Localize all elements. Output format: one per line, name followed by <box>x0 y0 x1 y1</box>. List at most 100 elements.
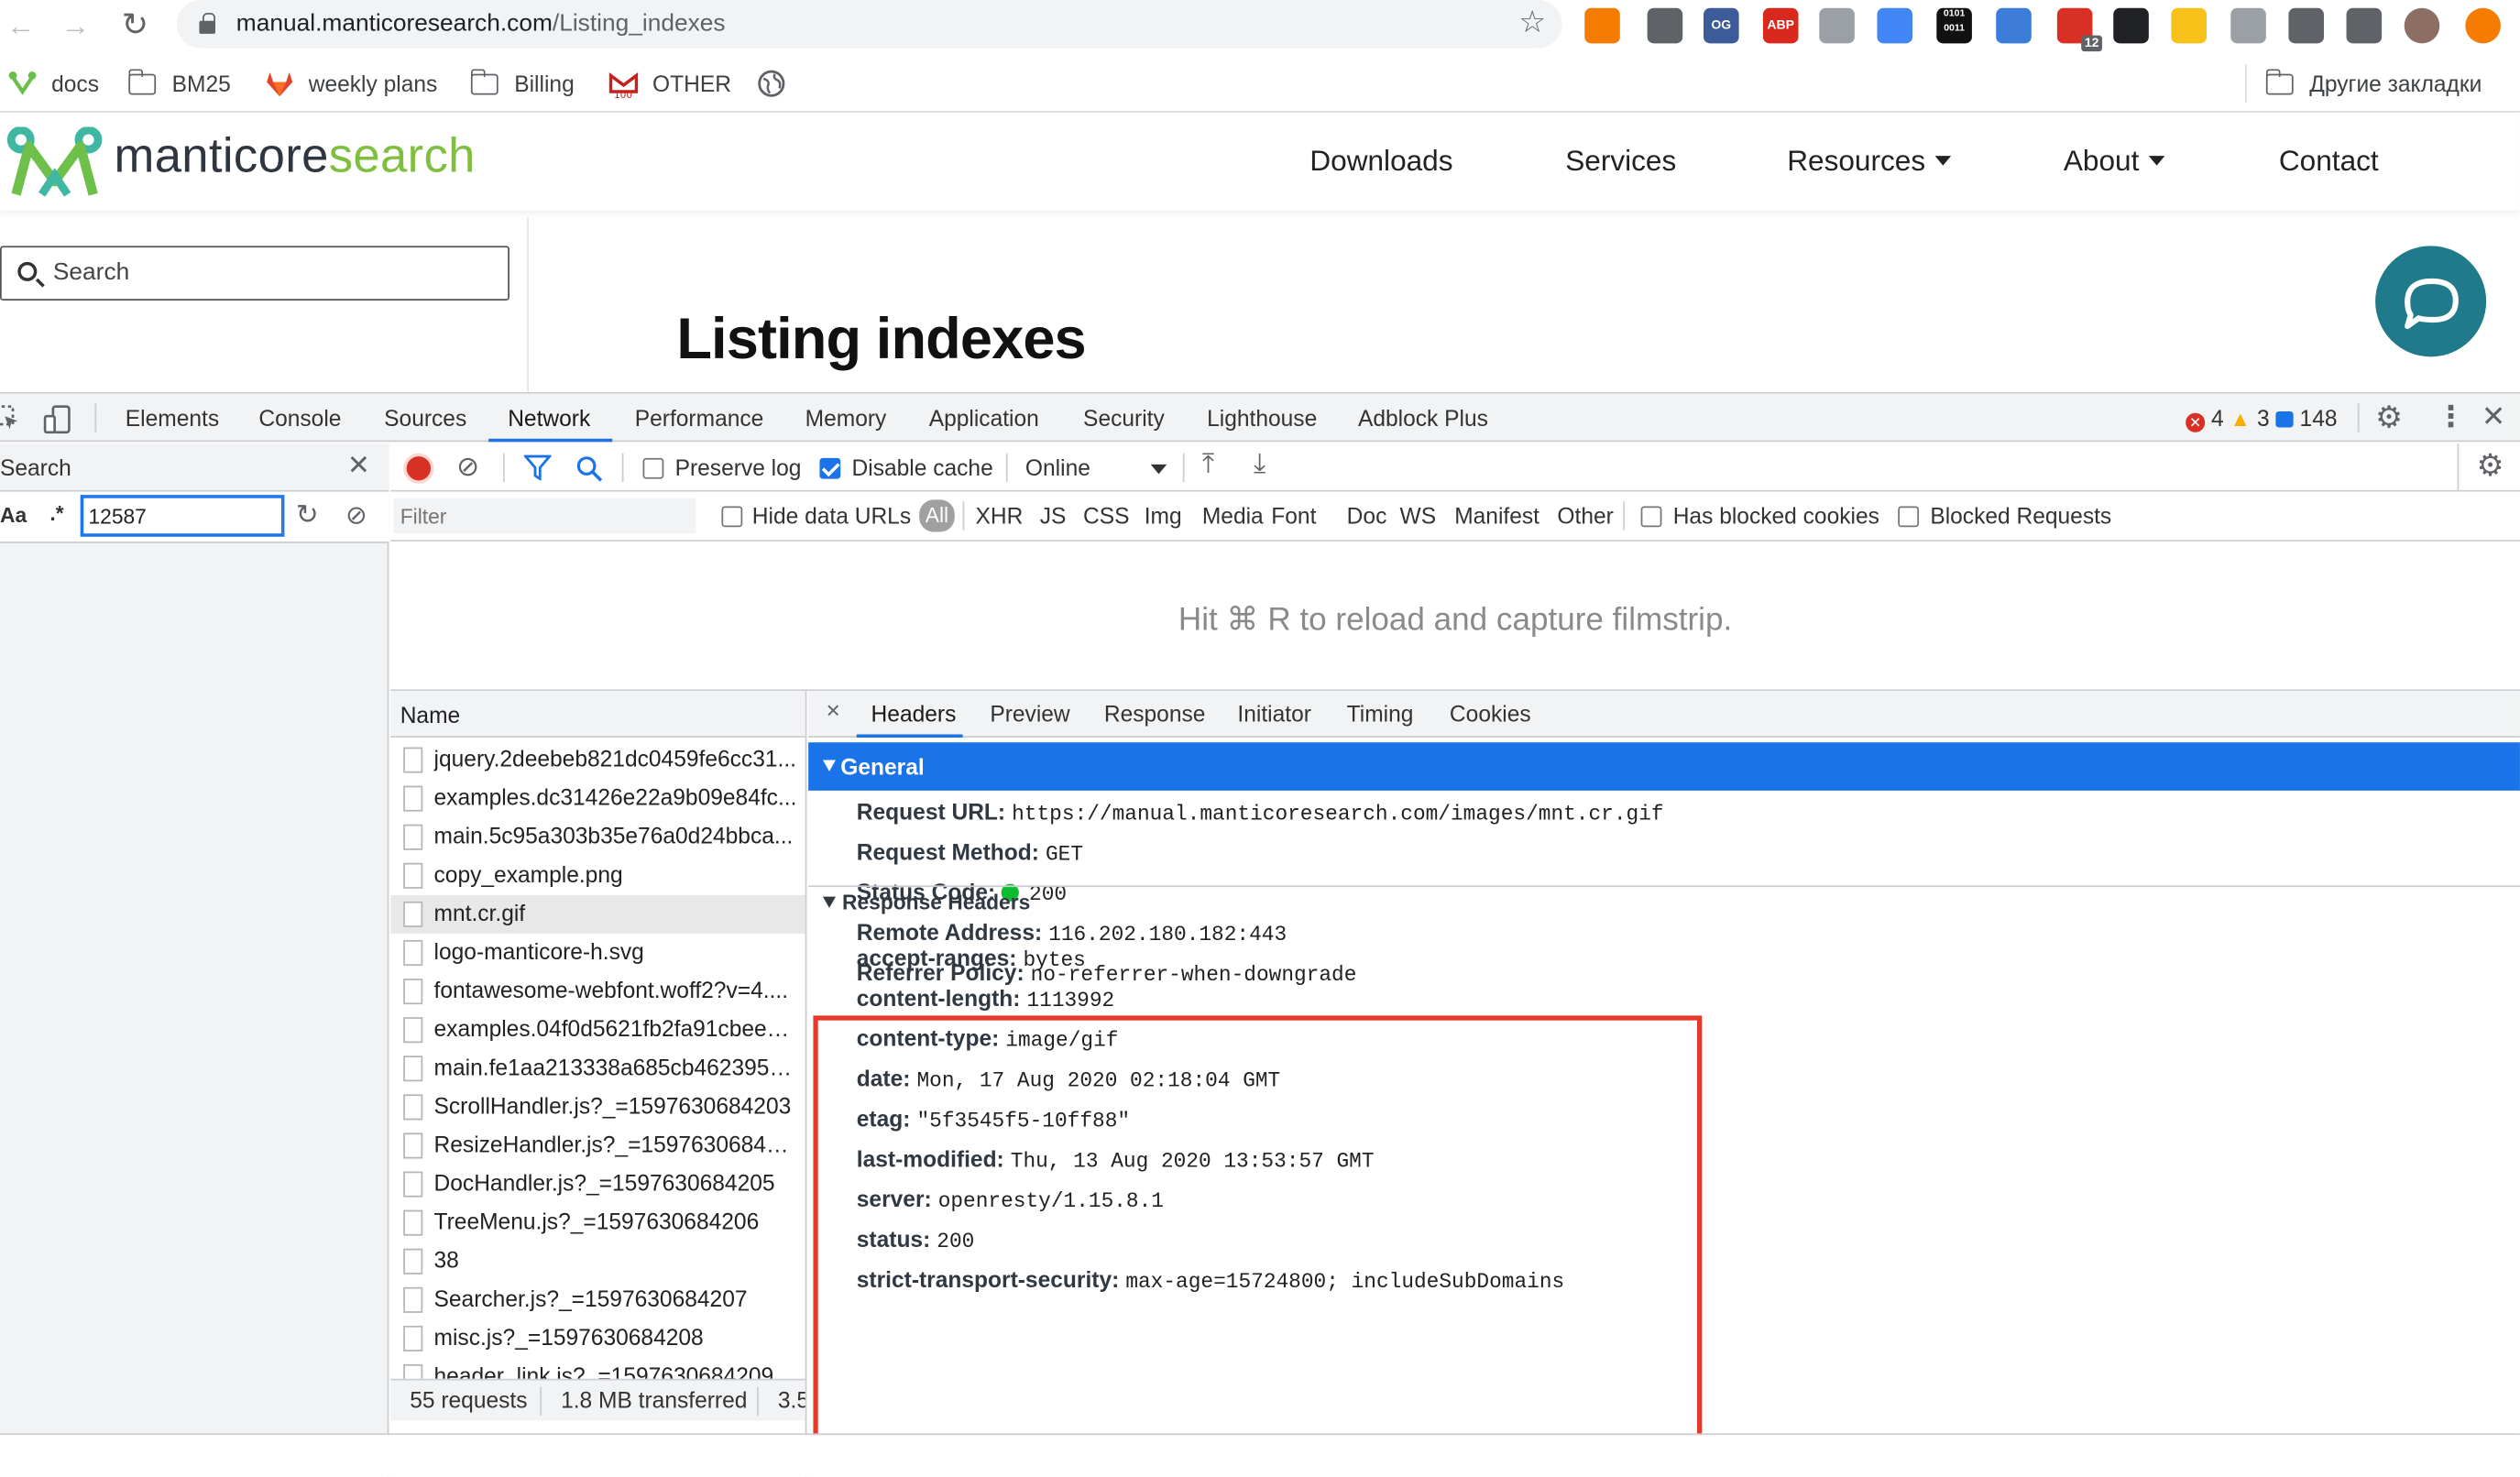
search-query-input[interactable] <box>80 495 285 537</box>
type-filter-other[interactable]: Other <box>1557 503 1613 529</box>
type-filter-ws[interactable]: WS <box>1400 503 1437 529</box>
manticore-logo-icon[interactable] <box>6 126 103 198</box>
gear-extension[interactable] <box>2230 7 2266 44</box>
request-row[interactable]: 38 <box>390 1242 805 1281</box>
request-row[interactable]: logo-manticore-h.svg <box>390 934 805 972</box>
type-filter-media[interactable]: Media <box>1202 503 1264 529</box>
avatar[interactable] <box>2404 7 2440 44</box>
type-filter-js[interactable]: JS <box>1040 503 1067 529</box>
nav-about[interactable]: About <box>2064 145 2165 179</box>
chat-widget-button[interactable] <box>2375 246 2487 357</box>
tab-memory[interactable]: Memory <box>805 405 887 431</box>
reload-icon[interactable]: ↻ <box>117 8 153 44</box>
request-row[interactable]: examples.04f0d5621fb2fa91cbee4... <box>390 1011 805 1049</box>
network-settings-icon[interactable]: ⚙ <box>2477 448 2504 485</box>
url-text[interactable]: manual.manticoresearch.com/Listing_index… <box>236 10 726 38</box>
camera-extension[interactable] <box>1819 7 1855 44</box>
globe-bookmark[interactable] <box>757 68 786 100</box>
detail-tab-preview[interactable]: Preview <box>990 701 1069 727</box>
request-row[interactable]: ScrollHandler.js?_=1597630684203 <box>390 1088 805 1126</box>
request-row[interactable]: DocHandler.js?_=1597630684205 <box>390 1165 805 1204</box>
has-blocked-cookies-checkbox[interactable] <box>1640 506 1662 528</box>
clear-log-icon[interactable]: ⊘ <box>456 452 479 484</box>
export-har-icon[interactable]: ⤓ <box>1254 448 1265 480</box>
regex-toggle[interactable]: .* <box>49 501 63 525</box>
puzzle-extension[interactable] <box>2288 7 2324 44</box>
hide-data-urls-checkbox[interactable] <box>721 506 743 528</box>
bookmark-other[interactable]: 100 OTHER <box>608 68 731 100</box>
request-row[interactable]: main.5c95a303b35e76a0d24bbca... <box>390 818 805 857</box>
tab-security[interactable]: Security <box>1083 405 1165 431</box>
bookmark-star-icon[interactable]: ☆ <box>1518 5 1546 41</box>
request-row[interactable]: fontawesome-webfont.woff2?v=4.... <box>390 972 805 1011</box>
general-section-header[interactable]: General <box>808 742 2520 791</box>
close-search-icon[interactable]: ✕ <box>347 450 370 482</box>
bookmark-bm25[interactable]: BM25 <box>128 68 231 100</box>
detail-tab-timing[interactable]: Timing <box>1347 701 1414 727</box>
request-row[interactable]: main.fe1aa213338a685cb4623957... <box>390 1049 805 1088</box>
type-filter-css[interactable]: CSS <box>1083 503 1130 529</box>
import-har-icon[interactable]: ⤒ <box>1202 448 1214 480</box>
tab-network[interactable]: Network <box>508 405 590 431</box>
tab-sources[interactable]: Sources <box>384 405 466 431</box>
type-filter-font[interactable]: Font <box>1271 503 1316 529</box>
orange-square-extension[interactable] <box>1584 7 1620 44</box>
type-filter-doc[interactable]: Doc <box>1347 503 1387 529</box>
request-row[interactable]: misc.js?_=1597630684208 <box>390 1319 805 1358</box>
tab-console[interactable]: Console <box>258 405 341 431</box>
search-icon[interactable] <box>575 454 603 482</box>
request-row[interactable]: jquery.2deebeb821dc0459fe6cc31... <box>390 741 805 780</box>
bookmark-billing[interactable]: Billing <box>470 68 575 100</box>
filter-input[interactable] <box>393 498 696 534</box>
update-icon[interactable] <box>2465 7 2501 44</box>
clear-search-icon[interactable]: ⊘ <box>345 499 367 531</box>
speedometer-extension[interactable] <box>2113 7 2149 44</box>
tab-elements[interactable]: Elements <box>126 405 219 431</box>
circle-extension[interactable] <box>1996 7 2032 44</box>
site-search-box[interactable] <box>0 246 509 301</box>
type-filter-all[interactable]: All <box>919 499 955 532</box>
request-row[interactable]: examples.dc31426e22a9b09e84fc... <box>390 780 805 818</box>
filter-icon[interactable] <box>523 454 552 481</box>
match-case-toggle[interactable]: Aa <box>0 503 27 527</box>
og-extension[interactable]: OG <box>1704 7 1739 44</box>
nav-services[interactable]: Services <box>1565 145 1676 179</box>
playlist-extension[interactable] <box>2346 7 2383 44</box>
preserve-log-checkbox[interactable] <box>642 457 664 479</box>
request-row[interactable]: Searcher.js?_=1597630684207 <box>390 1281 805 1319</box>
device-toolbar-icon[interactable] <box>43 405 72 434</box>
name-column-header[interactable]: Name <box>390 691 805 738</box>
tab-adblock-plus[interactable]: Adblock Plus <box>1358 405 1488 431</box>
record-button[interactable] <box>406 456 432 481</box>
console-counts[interactable]: ✕ 4 ▲ 3 148 <box>2186 405 2338 432</box>
tab-performance[interactable]: Performance <box>635 405 764 431</box>
site-search-input[interactable] <box>52 258 488 287</box>
type-filter-manifest[interactable]: Manifest <box>1454 503 1539 529</box>
settings-gear-icon[interactable]: ⚙ <box>2375 400 2403 437</box>
type-filter-xhr[interactable]: XHR <box>976 503 1024 529</box>
tab-application[interactable]: Application <box>929 405 1039 431</box>
request-row[interactable]: TreeMenu.js?_=1597630684206 <box>390 1204 805 1242</box>
more-options-icon[interactable]: ⋮ <box>2437 400 2466 434</box>
type-filter-img[interactable]: Img <box>1145 503 1182 529</box>
lock-icon[interactable] <box>199 13 216 34</box>
request-row[interactable]: mnt.cr.gif <box>390 894 805 934</box>
response-headers-section-header[interactable]: Response Headers <box>822 891 1030 914</box>
detail-tab-headers[interactable]: Headers <box>871 701 957 727</box>
bookmark-docs[interactable]: docs <box>8 68 99 100</box>
nav-contact[interactable]: Contact <box>2279 145 2379 179</box>
calendar-extension[interactable]: 12 <box>2056 7 2102 52</box>
bird-extension[interactable] <box>2171 7 2207 44</box>
request-row[interactable]: ResizeHandler.js?_=1597630684204 <box>390 1126 805 1165</box>
request-row[interactable]: copy_example.png <box>390 857 805 895</box>
blocked-requests-checkbox[interactable] <box>1898 506 1920 528</box>
address-bar[interactable]: manual.manticoresearch.com/Listing_index… <box>176 0 1562 49</box>
detail-tab-initiator[interactable]: Initiator <box>1237 701 1311 727</box>
inspect-element-icon[interactable] <box>0 405 19 431</box>
close-details-icon[interactable]: × <box>826 697 839 725</box>
binary-extension[interactable]: 0101 0011 <box>1936 7 1972 44</box>
close-devtools-icon[interactable]: ✕ <box>2482 400 2505 434</box>
throttling-select[interactable]: Online <box>1025 454 1167 480</box>
back-arrow-icon[interactable]: ← <box>4 8 39 44</box>
disable-cache-checkbox[interactable] <box>819 457 841 479</box>
